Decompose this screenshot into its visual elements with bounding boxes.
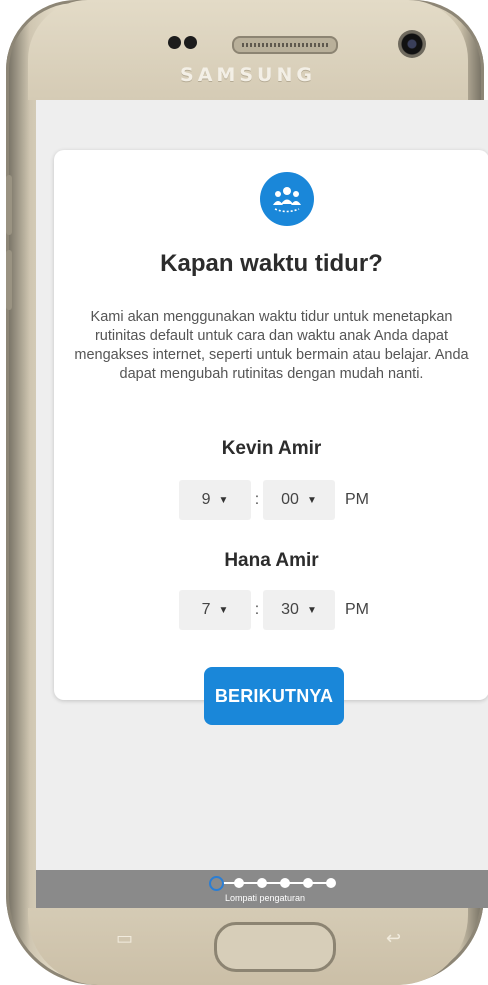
step-dot-6 bbox=[326, 878, 336, 888]
top-bezel: SAMSUNG bbox=[28, 0, 468, 100]
caret-down-icon: ▼ bbox=[306, 604, 317, 616]
minute-select[interactable]: 00 ▼ bbox=[263, 480, 335, 520]
onboarding-footer: Lompati pengaturan bbox=[36, 870, 488, 908]
back-icon[interactable]: ↩ bbox=[386, 928, 401, 949]
child-name-hana: Hana Amir bbox=[224, 550, 319, 571]
caret-down-icon: ▼ bbox=[306, 494, 317, 506]
header-badge bbox=[252, 164, 322, 234]
caret-down-icon: ▼ bbox=[218, 494, 229, 506]
volume-up-button bbox=[6, 175, 12, 235]
hour-select[interactable]: 9 ▼ bbox=[179, 480, 251, 520]
volume-down-button bbox=[6, 250, 12, 310]
time-separator: : bbox=[254, 601, 260, 618]
hour-value: 7 bbox=[201, 601, 211, 618]
bedtime-row-hana: 7 ▼ : 30 ▼ PM bbox=[179, 590, 369, 630]
step-dot-2 bbox=[234, 878, 244, 888]
caret-down-icon: ▼ bbox=[218, 604, 229, 616]
earpiece-speaker bbox=[232, 36, 338, 54]
step-dot-4 bbox=[280, 878, 290, 888]
hour-select[interactable]: 7 ▼ bbox=[179, 590, 251, 630]
step-dot-3 bbox=[257, 878, 267, 888]
device-brand: SAMSUNG bbox=[180, 64, 316, 86]
ampm-label: PM bbox=[345, 491, 369, 508]
bedtime-card: Kapan waktu tidur? Kami akan menggunakan… bbox=[54, 150, 488, 725]
screen: Kapan waktu tidur? Kami akan menggunakan… bbox=[36, 100, 488, 908]
step-line bbox=[215, 882, 333, 884]
minute-select[interactable]: 30 ▼ bbox=[263, 590, 335, 630]
minute-value: 30 bbox=[281, 601, 299, 618]
child-name-kevin: Kevin Amir bbox=[221, 438, 322, 459]
time-separator: : bbox=[254, 491, 260, 508]
home-button[interactable] bbox=[214, 922, 336, 972]
bedtime-row-kevin: 9 ▼ : 00 ▼ PM bbox=[179, 480, 369, 520]
hour-value: 9 bbox=[201, 491, 211, 508]
page-description: Kami akan menggunakan waktu tidur untuk … bbox=[74, 309, 469, 382]
skip-setup-link[interactable]: Lompati pengaturan bbox=[36, 893, 488, 903]
phone-frame: SAMSUNG Kapan waktu tidur? Kami akan men… bbox=[6, 0, 488, 985]
sensor-dots bbox=[168, 36, 200, 54]
minute-value: 00 bbox=[281, 491, 299, 508]
step-indicator bbox=[209, 876, 339, 891]
step-dot-1 bbox=[209, 876, 224, 891]
family-group-icon bbox=[273, 187, 301, 213]
step-dot-5 bbox=[303, 878, 313, 888]
recents-icon[interactable]: ▭ bbox=[116, 928, 133, 949]
next-button[interactable]: BERIKUTNYA bbox=[204, 667, 344, 725]
page-title: Kapan waktu tidur? bbox=[160, 250, 383, 277]
ampm-label: PM bbox=[345, 601, 369, 618]
front-camera bbox=[398, 30, 426, 58]
